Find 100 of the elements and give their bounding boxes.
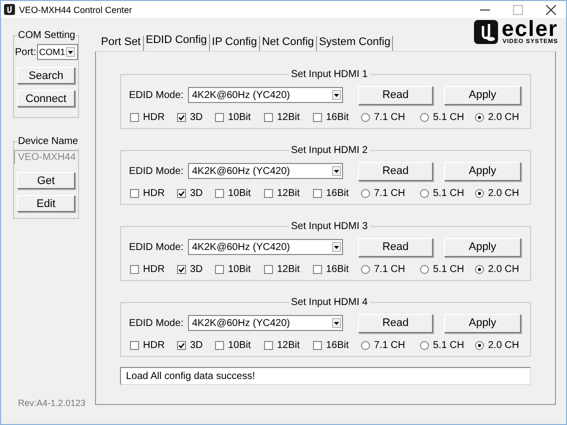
- port-dropdown[interactable]: COM1: [37, 44, 78, 60]
- checkbox-label: 12Bit: [277, 188, 300, 199]
- edid-mode-dropdown[interactable]: 4K2K@60Hz (YC420): [188, 163, 343, 179]
- checkbox-label: 3D: [190, 188, 203, 199]
- checkbox[interactable]: [264, 265, 273, 274]
- radio-button[interactable]: [475, 265, 484, 274]
- group-title: Set Input HDMI 1: [289, 68, 370, 81]
- checkbox[interactable]: [215, 113, 224, 122]
- checkbox-label: 3D: [190, 340, 203, 351]
- radio-button[interactable]: [475, 341, 484, 350]
- checkbox-label: 10Bit: [228, 188, 251, 199]
- checkbox-label: 10Bit: [228, 340, 251, 351]
- dropdown-arrow-icon: [68, 50, 74, 54]
- radio-button[interactable]: [420, 189, 429, 198]
- radio-button[interactable]: [475, 189, 484, 198]
- checkbox-label: 16Bit: [326, 112, 349, 123]
- checkbox[interactable]: [177, 113, 186, 122]
- tab[interactable]: System Config: [316, 36, 394, 51]
- apply-button[interactable]: Apply: [444, 314, 521, 332]
- action-button[interactable]: Edit: [17, 195, 75, 212]
- checkbox[interactable]: [177, 189, 186, 198]
- checkbox[interactable]: [177, 265, 186, 274]
- action-button[interactable]: Get: [17, 172, 75, 189]
- logo-mark-icon: [474, 20, 498, 44]
- tab[interactable]: EDID Config: [144, 34, 210, 51]
- checkbox-label: HDR: [143, 188, 165, 199]
- edid-mode-label: EDID Mode:: [129, 242, 184, 252]
- brand-name: ecler: [502, 19, 558, 39]
- radio-label: 5.1 CH: [433, 264, 464, 275]
- checkbox[interactable]: [264, 113, 273, 122]
- read-button[interactable]: Read: [358, 238, 433, 256]
- radio-label: 5.1 CH: [433, 112, 464, 123]
- radio-label: 7.1 CH: [374, 188, 406, 199]
- checkbox[interactable]: [130, 341, 139, 350]
- dropdown-arrow-icon: [334, 246, 339, 248]
- tab[interactable]: IP Config: [210, 36, 260, 51]
- apply-button[interactable]: Apply: [444, 86, 521, 104]
- radio-button[interactable]: [361, 113, 370, 122]
- radio-label: 2.0 CH: [488, 340, 520, 351]
- checkbox[interactable]: [264, 189, 273, 198]
- radio-button[interactable]: [420, 113, 429, 122]
- edid-mode-dropdown[interactable]: 4K2K@60Hz (YC420): [188, 315, 343, 331]
- checkbox-label: 12Bit: [277, 112, 300, 123]
- radio-label: 5.1 CH: [433, 340, 464, 351]
- checkbox-label: 10Bit: [228, 112, 251, 123]
- checkbox[interactable]: [130, 189, 139, 198]
- read-button[interactable]: Read: [358, 162, 433, 180]
- dropdown-arrow-icon: [334, 170, 339, 172]
- app-icon: [4, 4, 15, 15]
- checkbox-label: 10Bit: [228, 264, 251, 275]
- radio-button[interactable]: [361, 189, 370, 198]
- checkbox[interactable]: [177, 341, 186, 350]
- maximize-icon[interactable]: [513, 4, 523, 14]
- dropdown-arrow-icon: [334, 94, 339, 96]
- checkbox[interactable]: [130, 265, 139, 274]
- revision-label: Rev:A4-1.2.0123: [18, 398, 86, 408]
- radio-button[interactable]: [475, 113, 484, 122]
- checkbox[interactable]: [313, 189, 322, 198]
- port-label: Port:: [15, 46, 36, 58]
- radio-button[interactable]: [420, 341, 429, 350]
- checkbox[interactable]: [215, 341, 224, 350]
- apply-button[interactable]: Apply: [444, 238, 521, 256]
- radio-label: 7.1 CH: [374, 264, 406, 275]
- checkbox[interactable]: [313, 113, 322, 122]
- checkbox[interactable]: [215, 189, 224, 198]
- status-message-field: Load All config data success!: [120, 367, 531, 385]
- checkbox-label: 12Bit: [277, 340, 300, 351]
- dropdown-arrow-icon: [334, 322, 339, 324]
- checkbox[interactable]: [215, 265, 224, 274]
- edid-mode-dropdown[interactable]: 4K2K@60Hz (YC420): [188, 87, 343, 103]
- read-button[interactable]: Read: [358, 86, 433, 104]
- checkbox[interactable]: [313, 265, 322, 274]
- checkbox-label: HDR: [143, 112, 165, 123]
- checkbox-label: 3D: [190, 112, 203, 123]
- radio-button[interactable]: [361, 265, 370, 274]
- action-button[interactable]: Connect: [17, 90, 75, 107]
- group-title: Device Name: [17, 135, 80, 148]
- close-icon[interactable]: [546, 4, 556, 14]
- group-title: Set Input HDMI 3: [289, 220, 370, 233]
- radio-button[interactable]: [420, 265, 429, 274]
- radio-label: 2.0 CH: [488, 264, 520, 275]
- tab[interactable]: Net Config: [260, 36, 317, 51]
- radio-button[interactable]: [361, 341, 370, 350]
- radio-label: 7.1 CH: [374, 340, 406, 351]
- read-button[interactable]: Read: [358, 314, 433, 332]
- checkbox[interactable]: [264, 341, 273, 350]
- edid-mode-label: EDID Mode:: [129, 166, 184, 176]
- radio-label: 7.1 CH: [374, 112, 406, 123]
- action-button[interactable]: Search: [17, 67, 75, 84]
- apply-button[interactable]: Apply: [444, 162, 521, 180]
- group-title: Set Input HDMI 4: [289, 296, 370, 309]
- checkbox-label: 16Bit: [326, 188, 349, 199]
- checkbox-label: 12Bit: [277, 264, 300, 275]
- checkbox-label: 16Bit: [326, 340, 349, 351]
- checkbox[interactable]: [130, 113, 139, 122]
- group-title: Set Input HDMI 2: [289, 144, 370, 157]
- group-title: COM Setting: [17, 29, 76, 42]
- edid-mode-dropdown[interactable]: 4K2K@60Hz (YC420): [188, 239, 343, 255]
- checkbox-label: 16Bit: [326, 264, 349, 275]
- checkbox[interactable]: [313, 341, 322, 350]
